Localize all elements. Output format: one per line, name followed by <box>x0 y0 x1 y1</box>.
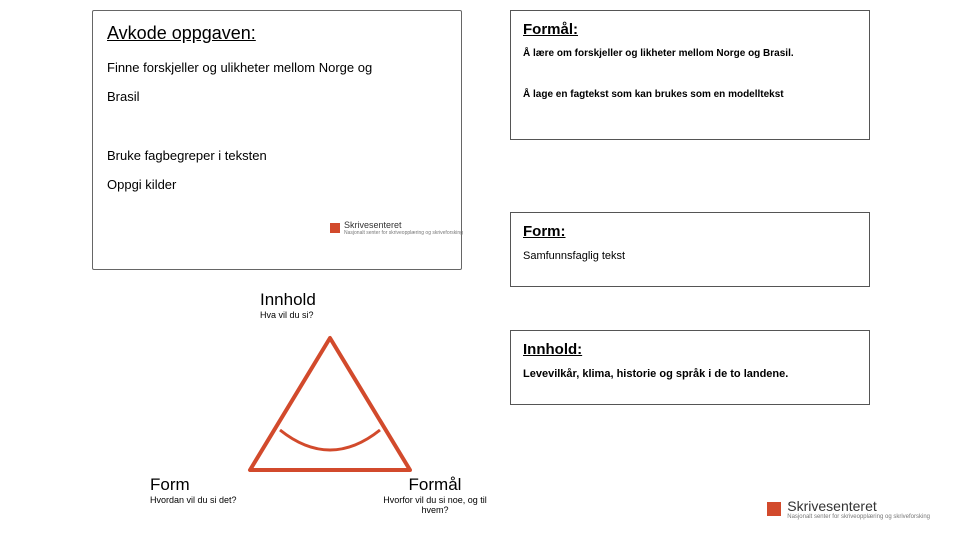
writing-triangle: Innhold Hva vil du si? Form Hvordan vil … <box>200 290 460 520</box>
decode-line: Finne forskjeller og ulikheter mellom No… <box>107 60 447 75</box>
logo-text: Skrivesenteret <box>787 498 930 514</box>
triangle-bl-sub: Hvordan vil du si det? <box>150 495 280 505</box>
decode-title: Avkode oppgaven: <box>107 23 447 44</box>
triangle-bottom-left-label: Form Hvordan vil du si det? <box>150 475 280 505</box>
logo-square-icon <box>330 223 340 233</box>
form-body: Samfunnsfaglig tekst <box>523 250 857 262</box>
decode-line: Oppgi kilder <box>107 177 447 192</box>
logo-text: Skrivesenteret <box>344 220 463 230</box>
formal-title: Formål: <box>523 21 857 38</box>
triangle-icon <box>240 330 420 480</box>
triangle-top-heading: Innhold <box>260 290 316 310</box>
innhold-title: Innhold: <box>523 341 857 358</box>
form-title: Form: <box>523 223 857 240</box>
logo-subtext: Nasjonalt senter for skriveopplæring og … <box>787 514 930 520</box>
triangle-bottom-right-label: Formål Hvorfor vil du si noe, og til hve… <box>370 475 500 515</box>
triangle-br-heading: Formål <box>370 475 500 495</box>
triangle-br-sub: Hvorfor vil du si noe, og til hvem? <box>370 495 500 515</box>
formal-box: Formål: Å lære om forskjeller og likhete… <box>510 10 870 140</box>
formal-line: Å lage en fagtekst som kan brukes som en… <box>523 89 857 100</box>
logo-subtext: Nasjonalt senter for skriveopplæring og … <box>344 230 463 236</box>
formal-line: Å lære om forskjeller og likheter mellom… <box>523 48 857 59</box>
decode-line: Brasil <box>107 89 447 104</box>
skrivesenteret-logo: Skrivesenteret Nasjonalt senter for skri… <box>767 498 930 520</box>
decode-line: Bruke fagbegreper i teksten <box>107 148 447 163</box>
triangle-bl-heading: Form <box>150 475 280 495</box>
form-box: Form: Samfunnsfaglig tekst <box>510 212 870 287</box>
innhold-body: Levevilkår, klima, historie og språk i d… <box>523 368 857 380</box>
logo-square-icon <box>767 502 781 516</box>
triangle-top-sub: Hva vil du si? <box>260 310 316 320</box>
triangle-top-label: Innhold Hva vil du si? <box>260 290 316 320</box>
skrivesenteret-logo-small: Skrivesenteret Nasjonalt senter for skri… <box>330 220 463 236</box>
innhold-box: Innhold: Levevilkår, klima, historie og … <box>510 330 870 405</box>
